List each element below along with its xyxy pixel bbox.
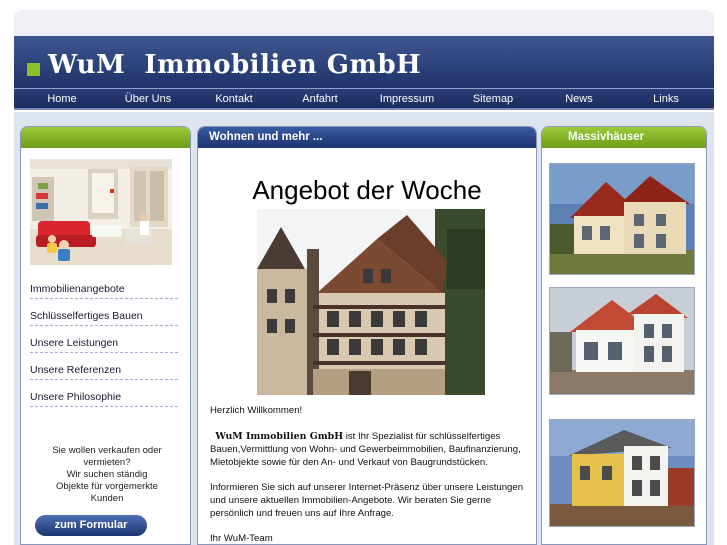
offer-title: Angebot der Woche [252,175,482,205]
main-content-header: Wohnen und mehr ... [198,127,536,148]
left-sidebar-header [21,127,190,148]
nav-item-impressum[interactable]: Impressum [380,93,434,105]
nav-item-links[interactable]: Links [653,93,679,105]
right-sidebar: Massivhäuser [541,126,707,545]
intro-paragraph: WuM Immobilien GmbH ist Ihr Spezialist f… [210,431,525,469]
nav-item-sitemap[interactable]: Sitemap [473,93,513,105]
main-header-title: Wohnen und mehr ... [209,131,323,143]
form-button[interactable]: zum Formular [35,515,147,536]
info-paragraph: Informieren Sie sich auf unserer Interne… [210,482,524,519]
sell-line: vermieten? [83,457,131,468]
house-2-image [550,288,694,394]
sell-line: Wir suchen ständig [66,469,148,480]
offer-photo[interactable] [257,209,485,395]
top-bar [14,10,714,36]
nav-item-kontakt[interactable]: Kontakt [215,93,252,105]
house-photo-3[interactable] [549,419,695,527]
sell-line: Objekte für vorgemerkte [56,481,158,492]
sell-notice: Sie wollen verkaufen oder vermieten? Wir… [29,445,185,505]
nav-item-anfahrt[interactable]: Anfahrt [302,93,337,105]
sidebar-link-unsere-philosophie[interactable]: Unsere Philosophie [30,391,178,407]
sell-line: Kunden [90,493,124,504]
living-room-image [30,159,172,265]
sidebar-link-unsere-leistungen[interactable]: Unsere Leistungen [30,337,178,353]
right-header-title: Massivhäuser [568,131,645,143]
brand-name: WuM Immobilien GmbH [215,431,344,442]
living-room-photo [30,159,172,265]
sell-line: Sie wollen verkaufen oder [52,445,162,456]
sidebar-link-schluesselfertiges-bauen[interactable]: Schlüsselfertiges Bauen [30,310,178,326]
half-timbered-house-image [257,209,485,395]
sidebar-link-unsere-referenzen[interactable]: Unsere Referenzen [30,364,178,380]
signature-text: Ihr WuM-Team [210,533,273,544]
welcome-text: Herzlich Willkommen! [210,405,303,416]
house-3-image [550,420,694,526]
logo-square-icon [27,63,40,76]
nav-item-ueber-uns[interactable]: Über Uns [125,93,171,105]
nav-item-news[interactable]: News [565,93,593,105]
right-sidebar-header: Massivhäuser [542,127,706,148]
main-content: Wohnen und mehr ... Angebot der Woche He… [197,126,537,545]
house-photo-1[interactable] [549,163,695,275]
nav-item-home[interactable]: Home [47,93,76,105]
left-sidebar: Immobilienangebote Schlüsselfertiges Bau… [20,126,191,545]
house-photo-2[interactable] [549,287,695,395]
site-header: WuM Immobilien GmbH [14,36,714,88]
house-1-image [550,164,694,274]
sidebar-link-immobilienangebote[interactable]: Immobilienangebote [30,283,178,299]
site-title[interactable]: WuM Immobilien GmbH [48,50,421,80]
main-nav: Home Über Uns Kontakt Anfahrt Impressum … [14,88,714,110]
